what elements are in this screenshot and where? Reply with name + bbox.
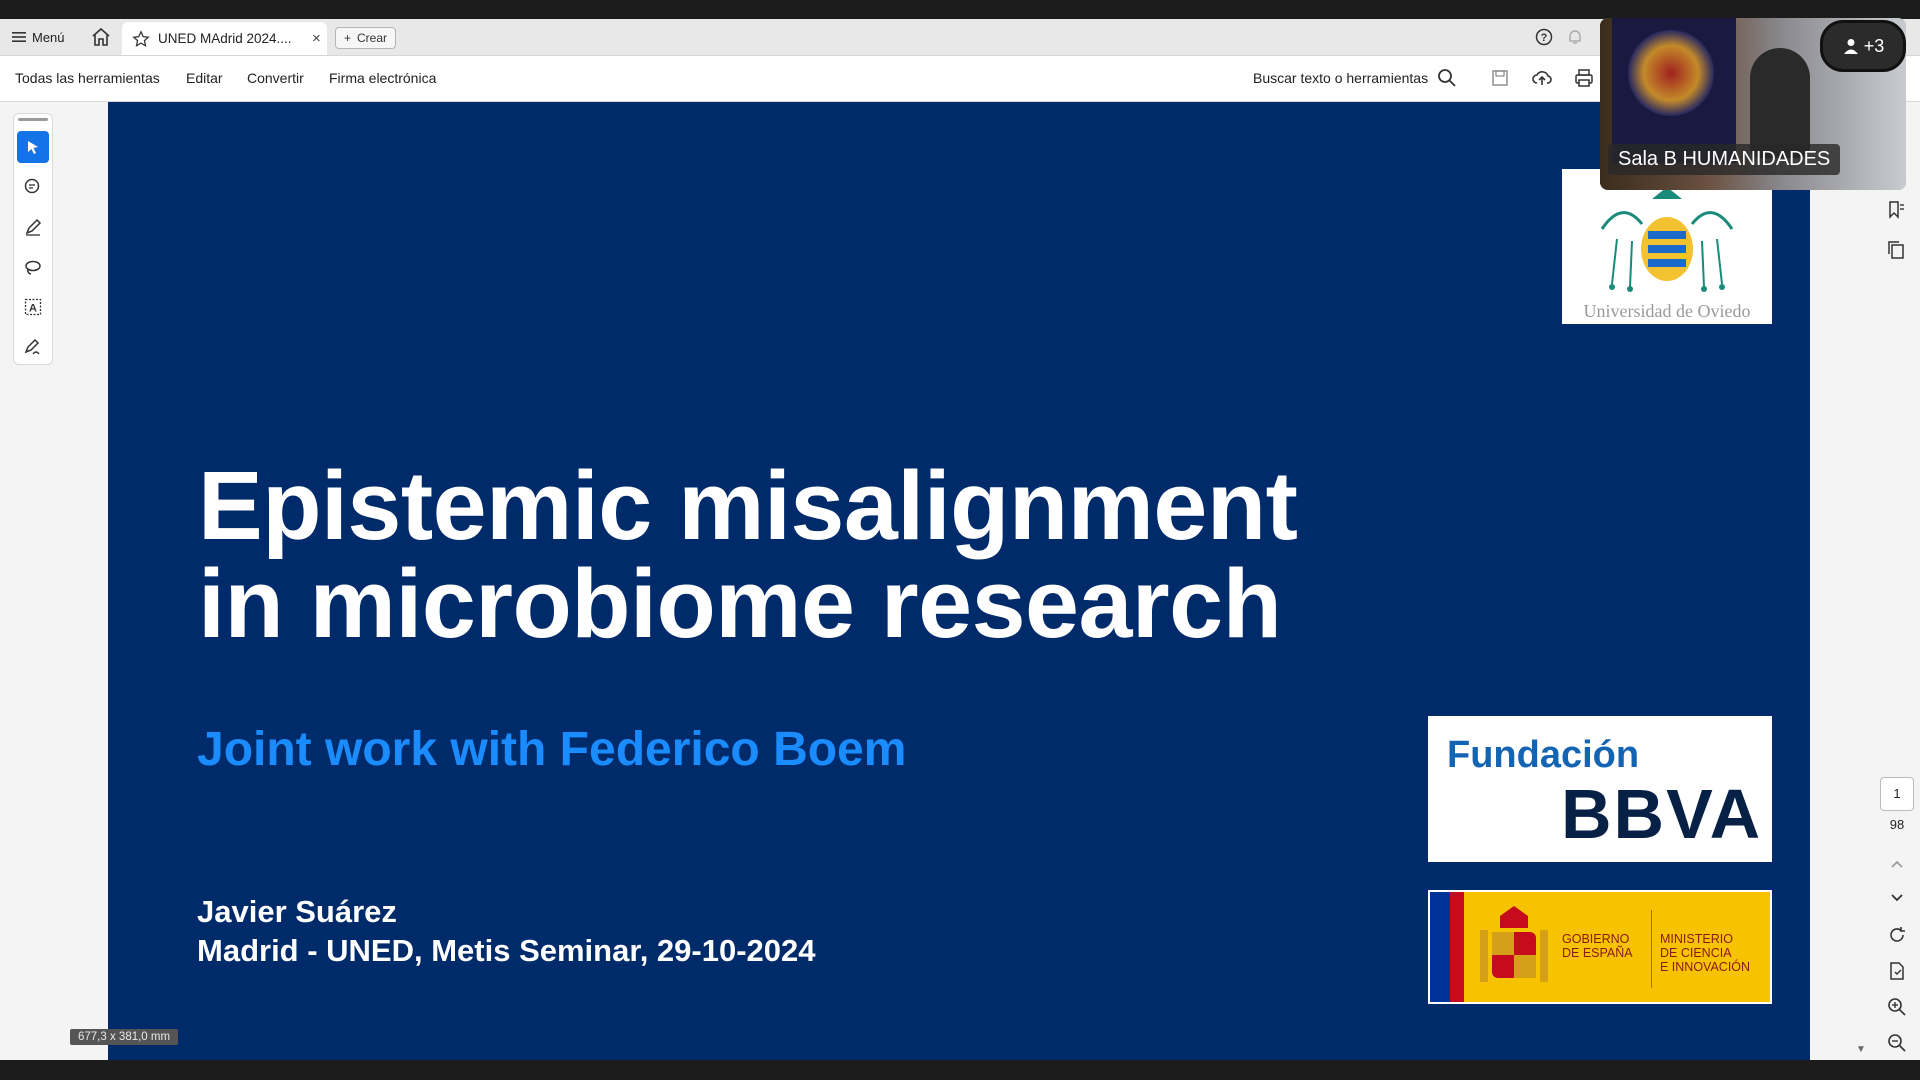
- tab-close-button[interactable]: ×: [312, 30, 321, 47]
- text-box-icon: A: [24, 298, 42, 316]
- oviedo-caption: Universidad de Oviedo: [1583, 301, 1751, 321]
- bottom-frame: [0, 1060, 1920, 1080]
- svg-text:?: ?: [1541, 32, 1548, 44]
- text-select-tool[interactable]: A: [17, 291, 49, 323]
- eu-flag-strip: [1430, 892, 1450, 1002]
- current-page-input[interactable]: 1: [1880, 777, 1914, 811]
- highlight-tool[interactable]: [17, 211, 49, 243]
- pen-icon: [25, 218, 42, 236]
- slide-title: Epistemic misalignment in microbiome rese…: [198, 457, 1298, 653]
- universidad-oviedo-logo: Universidad de Oviedo: [1562, 169, 1772, 324]
- select-tool[interactable]: [17, 131, 49, 163]
- gobierno-espana-logo: GOBIERNO DE ESPAÑA MINISTERIO DE CIENCIA…: [1428, 890, 1772, 1004]
- slide-title-line-2: in microbiome research: [198, 549, 1282, 658]
- menu-label: Menú: [32, 29, 65, 45]
- plus-icon: +: [344, 31, 352, 45]
- annotation-toolbar: A: [13, 113, 53, 365]
- spain-flag-strip: [1450, 892, 1464, 1002]
- draw-tool[interactable]: [17, 251, 49, 283]
- chevron-up-icon[interactable]: [1886, 853, 1908, 875]
- slide-title-line-1: Epistemic misalignment: [198, 451, 1298, 560]
- slide-author-block: Javier Suárez Madrid - UNED, Metis Semin…: [197, 892, 816, 970]
- bbva-brand-text: BBVA: [1561, 775, 1763, 853]
- convert-menu[interactable]: Convertir: [247, 70, 304, 86]
- zoom-out-icon[interactable]: [1886, 1032, 1908, 1054]
- comment-icon: [24, 178, 40, 194]
- bell-icon[interactable]: [1566, 28, 1584, 46]
- gob-divider: [1651, 910, 1652, 988]
- speaker-silhouette: [1750, 48, 1810, 158]
- search-tools-label[interactable]: Buscar texto o herramientas: [1253, 70, 1428, 86]
- help-icon[interactable]: ?: [1535, 28, 1553, 46]
- create-label: Crear: [357, 31, 388, 45]
- refresh-icon[interactable]: [1886, 924, 1908, 946]
- document-save-icon[interactable]: [1886, 960, 1908, 982]
- venue-date: Madrid - UNED, Metis Seminar, 29-10-2024: [197, 933, 816, 968]
- scroll-down-arrow[interactable]: ▼: [1856, 1044, 1866, 1055]
- person-icon: [1843, 39, 1858, 54]
- coat-of-arms-icon: [1480, 906, 1548, 982]
- svg-text:A: A: [29, 303, 37, 315]
- sign-tool[interactable]: [17, 331, 49, 363]
- star-icon[interactable]: [132, 29, 150, 48]
- video-participant-name: Sala B HUMANIDADES: [1608, 144, 1841, 175]
- seal-emblem-icon: [1628, 30, 1714, 116]
- create-button[interactable]: + Crear: [335, 27, 397, 49]
- save-icon[interactable]: [1489, 67, 1511, 89]
- cursor-icon: [28, 141, 38, 154]
- chevron-down-icon[interactable]: [1886, 886, 1908, 908]
- pages-icon[interactable]: [1885, 239, 1907, 261]
- edit-menu[interactable]: Editar: [186, 70, 223, 86]
- cloud-upload-icon[interactable]: [1531, 67, 1553, 89]
- fundacion-bbva-logo: Fundación BBVA: [1428, 716, 1772, 862]
- slide-page: Epistemic misalignment in microbiome rese…: [108, 102, 1810, 1060]
- lasso-icon: [25, 260, 41, 275]
- signature-icon: [24, 338, 40, 355]
- total-pages: 98: [1889, 817, 1905, 832]
- top-frame: [0, 0, 1920, 19]
- comment-tool[interactable]: [17, 171, 49, 203]
- participants-badge[interactable]: +3: [1820, 20, 1906, 72]
- slide-subtitle: Joint work with Federico Boem: [197, 723, 907, 776]
- bookmark-icon[interactable]: [1885, 199, 1907, 221]
- e-signature-menu[interactable]: Firma electrónica: [329, 70, 436, 86]
- home-icon[interactable]: [90, 27, 112, 47]
- tab-title: UNED MAdrid 2024....: [158, 31, 292, 46]
- page-dimensions-tooltip: 677,3 x 381,0 mm: [70, 1029, 179, 1045]
- print-icon[interactable]: [1573, 67, 1595, 89]
- ministerio-text: MINISTERIO DE CIENCIA E INNOVACIÓN: [1660, 932, 1751, 974]
- zoom-in-icon[interactable]: [1886, 996, 1908, 1018]
- gobierno-text: GOBIERNO DE ESPAÑA: [1562, 932, 1633, 960]
- all-tools-menu[interactable]: Todas las herramientas: [15, 70, 160, 86]
- search-icon[interactable]: [1436, 67, 1458, 89]
- author-name: Javier Suárez: [197, 894, 397, 929]
- document-tab[interactable]: UNED MAdrid 2024.... ×: [122, 22, 327, 55]
- bbva-fundacion-text: Fundación: [1447, 734, 1640, 776]
- drag-handle[interactable]: [18, 118, 48, 121]
- menu-button[interactable]: Menú: [12, 27, 65, 47]
- participant-count: +3: [1863, 35, 1885, 56]
- hamburger-icon: [12, 32, 26, 42]
